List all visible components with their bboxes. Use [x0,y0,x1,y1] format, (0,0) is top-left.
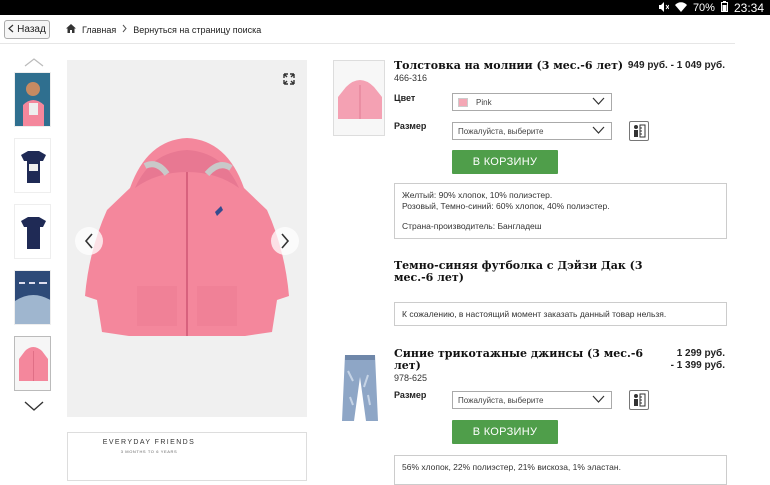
product-title-line: мес.-6 лет) [394,271,464,284]
jeans-image[interactable] [333,350,385,424]
add-to-cart-button[interactable]: В КОРЗИНУ [452,150,558,174]
chevron-right-icon [122,24,127,35]
breadcrumb: Главная Вернуться на страницу поиска [66,24,261,35]
product-title-line: лет) [394,359,421,372]
product-price-line: 1 299 руб. [676,348,725,359]
clock: 23:34 [733,1,764,15]
size-select[interactable]: Пожалуйста, выберите [452,391,612,409]
size-select-placeholder: Пожалуйста, выберите [458,395,544,405]
size-label: Размер [394,121,427,131]
back-button[interactable]: Назад [4,20,50,39]
product-code: 466-316 [394,73,428,83]
thumbnail-1[interactable] [14,72,51,127]
color-label: Цвет [394,93,416,103]
product-jeans: Синие трикотажные джинсы (3 мес.-6 лет) … [333,348,728,485]
product-price-line: - 1 399 руб. [670,360,725,371]
product-tshirt: Темно-синяя футболка с Дэйзи Дак (3 мес.… [333,258,728,328]
info-line: Розовый, Темно-синий: 60% хлопок, 40% по… [402,201,610,211]
main-product-image [67,60,307,417]
status-bar: 70% 23:34 [0,0,770,15]
home-icon[interactable] [66,24,76,35]
thumbnails-down-arrow[interactable] [24,398,44,416]
color-select[interactable]: Pink [452,93,612,111]
product-title[interactable]: Темно-синяя футболка с Дэйзи Дак (3 мес.… [394,260,643,284]
back-button-label: Назад [17,24,46,35]
wifi-icon [674,1,687,15]
product-code: 978-625 [394,373,428,383]
size-select[interactable]: Пожалуйста, выберите [452,122,612,140]
info-line: Страна-производитель: Бангладеш [402,221,542,231]
size-guide-icon[interactable] [629,121,649,141]
promo-banner[interactable]: EVERYDAY FRIENDS 3 MONTHS TO 6 YEARS [67,432,307,481]
breadcrumb-home[interactable]: Главная [82,25,116,35]
thumbnail-4[interactable] [14,270,51,325]
chevron-down-icon [592,395,605,405]
product-title-line: Синие трикотажные джинсы (3 мес.-6 [394,347,644,360]
top-navigation: Назад Главная Вернуться на страницу поис… [0,15,735,44]
hoodie-image[interactable] [333,60,385,136]
size-guide-icon[interactable] [629,390,649,410]
color-select-value: Pink [476,97,492,107]
thumbnail-5[interactable] [14,336,51,391]
next-image-button[interactable] [271,227,299,255]
product-price: 1 299 руб. - 1 399 руб. [671,348,725,372]
product-title[interactable]: Синие трикотажные джинсы (3 мес.-6 лет) [394,348,643,372]
size-label: Размер [394,390,427,400]
banner-subtitle: 3 MONTHS TO 6 YEARS [120,449,178,454]
size-select-placeholder: Пожалуйста, выберите [458,126,544,136]
thumbnail-list [12,50,54,412]
expand-icon[interactable] [283,72,295,90]
product-title[interactable]: Толстовка на молнии (3 мес.-6 лет) [394,60,623,72]
chevron-left-icon [8,24,14,36]
thumbnail-2[interactable] [14,138,51,193]
info-line: Желтый: 90% хлопок, 10% полиэстер. [402,190,553,200]
product-price: 949 руб. - 1 049 руб. [627,60,725,71]
battery-percent: 70% [692,2,715,14]
mute-icon [658,1,670,15]
previous-image-button[interactable] [75,227,103,255]
battery-icon [720,1,728,15]
color-swatch [458,97,468,107]
chevron-right-icon [281,233,290,249]
product-hoodie: Толстовка на молнии (3 мес.-6 лет) 949 р… [333,58,728,243]
thumbnail-3[interactable] [14,204,51,259]
product-info-box: Желтый: 90% хлопок, 10% полиэстер. Розов… [394,183,727,239]
chevron-down-icon [592,126,605,136]
add-to-cart-button[interactable]: В КОРЗИНУ [452,420,558,444]
breadcrumb-back-to-search[interactable]: Вернуться на страницу поиска [133,25,261,35]
banner-title: EVERYDAY FRIENDS [102,439,196,446]
chevron-left-icon [84,233,93,249]
chevron-down-icon [592,97,605,107]
unavailable-notice: К сожалению, в настоящий момент заказать… [394,302,727,326]
